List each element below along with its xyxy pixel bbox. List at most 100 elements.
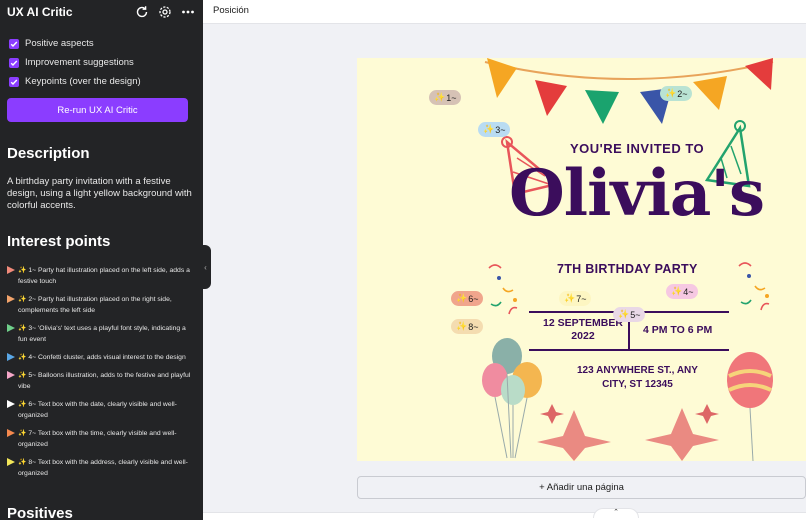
- position-button[interactable]: Posición: [213, 5, 249, 16]
- time-text-box[interactable]: 4 PM TO 6 PM: [643, 324, 712, 336]
- interest-points-list: ✨ 1~ Party hat illustration placed on th…: [7, 265, 197, 486]
- checkbox-checked-icon[interactable]: [9, 57, 19, 68]
- keypoint-pin-1[interactable]: ✨ 1~: [429, 90, 462, 105]
- checkbox-checked-icon[interactable]: [9, 76, 19, 87]
- option-positive-aspects[interactable]: Positive aspects: [9, 34, 141, 53]
- interest-point-item[interactable]: ✨ 8~ Text box with the address, clearly …: [7, 457, 197, 479]
- party-title-text[interactable]: 7TH BIRTHDAY PARTY: [557, 262, 698, 276]
- sparkle-icon: ✨: [18, 401, 29, 408]
- chevron-left-icon[interactable]: ‹: [204, 263, 207, 272]
- sparkle-icon: ✨: [18, 372, 29, 379]
- play-icon[interactable]: [7, 371, 15, 379]
- sparkle-icon: ✨: [456, 321, 468, 331]
- play-icon[interactable]: [7, 266, 15, 274]
- interest-point-item[interactable]: ✨ 3~ 'Olivia's' text uses a playful font…: [7, 323, 197, 345]
- keypoint-pin-5[interactable]: ✨ 5~: [613, 307, 646, 322]
- bunting-flag: [693, 76, 727, 110]
- sparkle-icon: ✨: [18, 296, 29, 303]
- decorative-stars: [537, 404, 719, 461]
- address-line-2: CITY, ST 12345: [602, 379, 673, 390]
- sparkle-icon: ✨: [671, 286, 683, 296]
- interest-point-text: 4~ Confetti cluster, adds visual interes…: [28, 354, 186, 361]
- balloon-right-illustration: [727, 352, 773, 461]
- interest-point-item[interactable]: ✨ 7~ Text box with the time, clearly vis…: [7, 428, 197, 450]
- date-year: 2022: [571, 330, 595, 342]
- balloons-left-illustration: [482, 338, 542, 459]
- sparkle-icon: ✨: [665, 88, 677, 98]
- refresh-icon[interactable]: [134, 4, 150, 20]
- option-label: Improvement suggestions: [25, 57, 134, 68]
- interest-point-item[interactable]: ✨ 4~ Confetti cluster, adds visual inter…: [7, 352, 197, 363]
- confetti-cluster-left: [488, 264, 518, 315]
- keypoint-pin-2[interactable]: ✨ 2~: [660, 86, 693, 101]
- keypoint-pin-7[interactable]: ✨ 7~: [559, 291, 592, 306]
- sparkle-icon: ✨: [564, 293, 576, 303]
- add-page-button[interactable]: + Añadir una página: [357, 476, 806, 499]
- checkbox-checked-icon[interactable]: [9, 38, 19, 49]
- rerun-button[interactable]: Re-run UX AI Critic: [7, 98, 188, 122]
- pages-drawer-handle[interactable]: ⌃: [593, 508, 639, 518]
- option-label: Positive aspects: [25, 38, 94, 49]
- bunting-flag: [585, 90, 619, 124]
- invitation-decorations: [482, 58, 774, 461]
- option-keypoints[interactable]: Keypoints (over the design): [9, 72, 141, 91]
- date-text-box[interactable]: 12 SEPTEMBER 2022: [543, 317, 623, 343]
- play-icon[interactable]: [7, 400, 15, 408]
- description-heading: Description: [7, 145, 90, 162]
- panel-title: UX AI Critic: [7, 4, 73, 19]
- interest-point-item[interactable]: ✨ 2~ Party hat illustration placed on th…: [7, 294, 197, 316]
- sparkle-icon: ✨: [456, 293, 468, 303]
- play-icon[interactable]: [7, 324, 15, 332]
- chevron-up-icon[interactable]: ⌃: [613, 509, 619, 516]
- design-canvas[interactable]: YOU'RE INVITED TO Olivia's 7TH BIRTHDAY …: [357, 58, 806, 461]
- sparkle-icon: ✨: [18, 459, 29, 466]
- interest-point-text: 7~ Text box with the time, clearly visib…: [18, 430, 177, 448]
- interest-point-item[interactable]: ✨ 6~ Text box with the date, clearly vis…: [7, 399, 197, 421]
- gear-icon[interactable]: [157, 4, 173, 20]
- bunting-flag: [487, 58, 517, 98]
- interest-point-text: 2~ Party hat illustration placed on the …: [18, 296, 172, 314]
- sparkle-icon: ✨: [18, 267, 29, 274]
- address-text-box[interactable]: 123 ANYWHERE ST., ANY CITY, ST 12345: [577, 364, 698, 392]
- play-icon[interactable]: [7, 429, 15, 437]
- keypoint-pin-3[interactable]: ✨ 3~: [478, 122, 511, 137]
- more-icon[interactable]: [180, 4, 196, 20]
- interest-points-heading: Interest points: [7, 233, 111, 250]
- description-text: A birthday party invitation with a festi…: [7, 176, 192, 211]
- sparkle-icon: ✨: [18, 354, 29, 361]
- interest-point-item[interactable]: ✨ 5~ Balloons illustration, adds to the …: [7, 370, 197, 392]
- play-icon[interactable]: [7, 458, 15, 466]
- interest-point-text: 6~ Text box with the date, clearly visib…: [18, 401, 177, 419]
- interest-point-text: 1~ Party hat illustration placed on the …: [18, 267, 190, 285]
- address-line-1: 123 ANYWHERE ST., ANY: [577, 365, 698, 376]
- interest-point-text: 8~ Text box with the address, clearly vi…: [18, 459, 188, 477]
- keypoint-pin-8[interactable]: ✨ 8~: [451, 319, 484, 334]
- interest-point-item[interactable]: ✨ 1~ Party hat illustration placed on th…: [7, 265, 197, 287]
- sparkle-icon: ✨: [434, 92, 446, 102]
- play-icon[interactable]: [7, 353, 15, 361]
- bunting-flag: [745, 58, 773, 90]
- confetti-cluster-right: [738, 262, 770, 311]
- invited-text[interactable]: YOU'RE INVITED TO: [570, 141, 704, 156]
- sparkle-icon: ✨: [18, 325, 29, 332]
- collapse-panel-handle[interactable]: ‹: [200, 245, 211, 289]
- analysis-options: Positive aspects Improvement suggestions…: [9, 34, 141, 91]
- sparkle-icon: ✨: [618, 309, 630, 319]
- sparkle-icon: ✨: [483, 124, 495, 134]
- bottom-bar: ⌃: [203, 508, 806, 520]
- positives-heading: Positives: [7, 505, 73, 520]
- bunting-flag: [535, 80, 567, 116]
- interest-point-text: 5~ Balloons illustration, adds to the fe…: [18, 372, 191, 390]
- panel-header: UX AI Critic: [0, 0, 203, 23]
- option-improvement-suggestions[interactable]: Improvement suggestions: [9, 53, 141, 72]
- interest-point-text: 3~ 'Olivia's' text uses a playful font s…: [18, 325, 186, 343]
- sparkle-icon: ✨: [18, 430, 29, 437]
- date-line: 12 SEPTEMBER: [543, 317, 623, 329]
- editor-topbar: Posición: [203, 0, 806, 24]
- keypoint-pin-6[interactable]: ✨ 6~: [451, 291, 484, 306]
- ux-critic-panel: UX AI Critic Positive aspects Improvemen…: [0, 0, 203, 520]
- name-text[interactable]: Olivia's: [509, 156, 765, 231]
- play-icon[interactable]: [7, 295, 15, 303]
- keypoint-pin-4[interactable]: ✨ 4~: [666, 284, 699, 299]
- option-label: Keypoints (over the design): [25, 76, 141, 87]
